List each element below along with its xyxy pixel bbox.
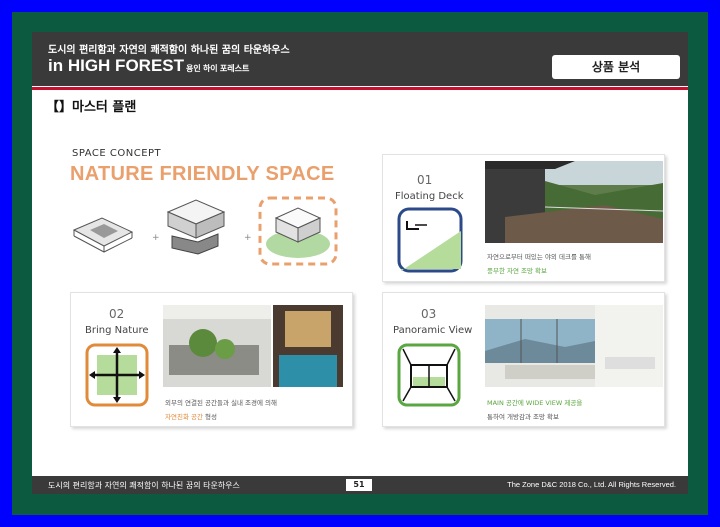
concept-label: SPACE CONCEPT bbox=[72, 148, 162, 159]
feature-name: Bring Nature bbox=[85, 325, 149, 336]
feature-box-bring-nature: 02 Bring Nature 외부의 연결된 공간들과 실내 조경에 의해 자… bbox=[70, 292, 353, 427]
feature-box-panoramic-view: 03 Panoramic View MAIN 공간에 WIDE VIEW 제공을… bbox=[382, 292, 665, 427]
footer-copyright: The Zone D&C 2018 Co., Ltd. All Rights R… bbox=[507, 480, 676, 489]
feature-caption-highlight: 풍부한 자연 조망 확보 bbox=[487, 267, 548, 275]
feature-caption-line2: 풍부한 자연 조망 확보 bbox=[487, 265, 547, 275]
open-volume-icon bbox=[72, 217, 134, 253]
concept-headline: NATURE FRIENDLY SPACE bbox=[70, 163, 335, 185]
bring-nature-icon bbox=[85, 343, 149, 407]
feature-caption-rest: 형성 bbox=[202, 413, 217, 421]
header-subtitle: 도시의 편리함과 자연의 쾌적함이 하나된 꿈의 타운하우스 bbox=[48, 45, 290, 56]
header-title-main: in HIGH FOREST bbox=[48, 56, 184, 75]
feature-name: Panoramic View bbox=[393, 325, 473, 336]
feature-number: 02 bbox=[109, 307, 125, 321]
concept-diagram: + + bbox=[72, 196, 338, 266]
header-title-small: 용인 하이 포레스트 bbox=[186, 64, 250, 73]
feature-number: 01 bbox=[417, 173, 433, 187]
page-number: 51 bbox=[346, 479, 372, 491]
svg-text:+: + bbox=[152, 233, 160, 243]
feature-caption-line2: 통하여 개방감과 조망 확보 bbox=[487, 413, 559, 421]
header-title: in HIGH FOREST 용인 하이 포레스트 bbox=[48, 56, 249, 76]
footer-bar: 도시의 편리함과 자연의 쾌적함이 하나된 꿈의 타운하우스 51 The Zo… bbox=[32, 476, 688, 494]
svg-text:+: + bbox=[244, 233, 252, 243]
feature-caption-line1: 자연으로부터 떠있는 야외 데크를 통해 bbox=[487, 253, 591, 261]
product-analysis-badge: 상품 분석 bbox=[552, 55, 680, 79]
stacked-volume-icon bbox=[166, 199, 226, 255]
feature-number: 03 bbox=[421, 307, 437, 321]
bring-nature-photo bbox=[163, 305, 343, 387]
section-title: 【】마스터 플랜 bbox=[46, 100, 137, 115]
feature-caption-line1: MAIN 공간에 WIDE VIEW 제공을 bbox=[487, 397, 582, 407]
feature-caption-line1: 외부의 연결된 공간들과 실내 조경에 의해 bbox=[165, 399, 277, 407]
feature-box-floating-deck: 01 Floating Deck 자연으로부터 떠있는 야외 데크를 통해 풍부… bbox=[382, 154, 665, 282]
feature-caption-highlight: MAIN 공간에 WIDE VIEW 제공을 bbox=[487, 399, 583, 407]
floating-deck-photo bbox=[485, 161, 663, 243]
feature-caption-line2: 자연친화 공간 형성 bbox=[165, 411, 217, 421]
floating-deck-icon bbox=[397, 207, 463, 273]
header-bar: 도시의 편리함과 자연의 쾌적함이 하나된 꿈의 타운하우스 in HIGH F… bbox=[32, 32, 688, 86]
header-divider bbox=[32, 87, 688, 90]
footer-tagline: 도시의 편리함과 자연의 쾌적함이 하나된 꿈의 타운하우스 bbox=[48, 481, 240, 490]
panoramic-view-photo bbox=[485, 305, 663, 387]
feature-caption-highlight: 자연친화 공간 bbox=[165, 413, 203, 421]
slide-page: 도시의 편리함과 자연의 쾌적함이 하나된 꿈의 타운하우스 in HIGH F… bbox=[32, 32, 688, 494]
panoramic-view-icon bbox=[397, 343, 461, 407]
nature-house-icon bbox=[266, 207, 330, 258]
feature-name: Floating Deck bbox=[395, 191, 464, 202]
